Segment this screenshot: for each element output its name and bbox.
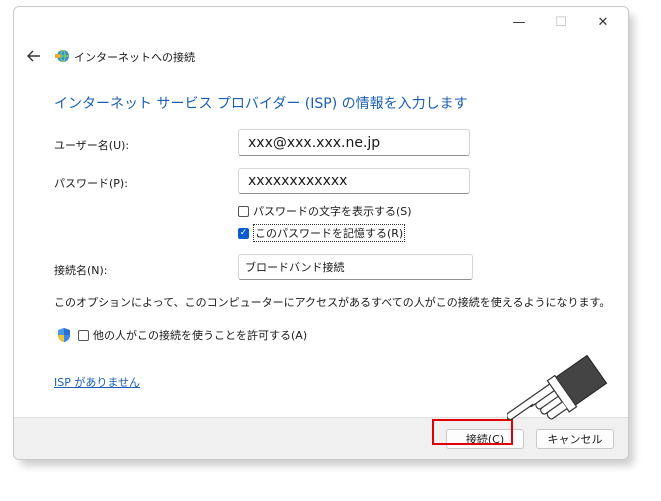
password-field[interactable]: xxxxxxxxxxxx [238,168,470,194]
close-icon: ✕ [597,14,609,30]
minimize-button[interactable]: — [498,7,540,37]
show-password-label: パスワードの文字を表示する(S) [253,205,412,218]
show-password-checkbox[interactable]: パスワードの文字を表示する(S) [238,203,412,219]
allow-others-label: 他の人がこの接続を使うことを許可する(A) [93,329,308,342]
allow-others-checkbox[interactable]: 他の人がこの接続を使うことを許可する(A) [56,327,307,343]
network-globe-icon [55,49,69,63]
back-arrow-icon[interactable] [24,46,44,66]
wizard-title: インターネットへの接続 [74,51,195,64]
sharing-info-text: このオプションによって、このコンピューターにアクセスがあるすべての人がこの接続を… [54,296,611,309]
username-label: ユーザー名(U): [54,139,130,152]
remember-password-checkbox[interactable]: ✓ このパスワードを記憶する(R) [238,224,406,242]
connection-name-field[interactable]: ブロードバンド接続 [238,254,473,280]
checkbox-box [78,329,89,341]
page-title: インターネット サービス プロバイダー (ISP) の情報を入力します [54,96,468,112]
minimize-icon: — [512,14,526,30]
checkmark-icon: ✓ [238,227,249,239]
close-button[interactable]: ✕ [582,7,624,37]
uac-shield-icon [58,328,70,342]
username-field[interactable]: xxx@xxx.xxx.ne.jp [238,129,470,156]
checkbox-box [238,205,249,217]
connect-button-highlight [432,419,513,445]
connection-name-label: 接続名(N): [54,264,108,277]
wizard-header: インターネットへの接続 [14,41,628,71]
no-isp-link[interactable]: ISP がありません [54,374,140,390]
remember-password-label: このパスワードを記憶する(R) [253,224,406,242]
pointing-hand-icon [507,355,608,421]
password-label: パスワード(P): [54,177,128,190]
username-value: xxx@xxx.xxx.ne.jp [248,134,381,151]
password-value: xxxxxxxxxxxx [248,173,348,189]
connection-name-value: ブロードバンド接続 [245,261,345,274]
maximize-button[interactable]: ☐ [540,7,582,37]
maximize-icon: ☐ [555,14,567,30]
